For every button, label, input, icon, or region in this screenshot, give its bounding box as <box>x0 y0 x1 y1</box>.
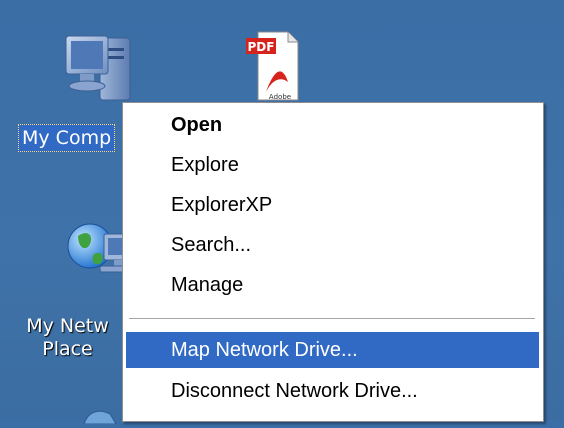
menu-item-explorerxp[interactable]: ExplorerXP <box>126 187 539 223</box>
network-places-label-line2: Place <box>42 338 93 360</box>
pdf-file-icon[interactable]: PDF Adobe <box>244 30 304 102</box>
menu-item-explore[interactable]: Explore <box>126 147 539 183</box>
menu-item-disconnect-network-drive[interactable]: Disconnect Network Drive... <box>126 373 539 409</box>
menu-item-manage[interactable]: Manage <box>126 267 539 303</box>
pdf-badge-text: PDF <box>248 40 275 54</box>
menu-separator <box>129 318 535 319</box>
desktop-icon-partial[interactable] <box>80 404 120 425</box>
network-places-label[interactable]: My Netw Place <box>0 315 135 361</box>
my-computer-label[interactable]: My Comp <box>18 124 116 152</box>
menu-item-search[interactable]: Search... <box>126 227 539 263</box>
menu-item-open[interactable]: Open <box>126 107 539 143</box>
pdf-caption-text: Adobe <box>269 93 291 101</box>
menu-item-map-network-drive[interactable]: Map Network Drive... <box>126 332 539 368</box>
desktop[interactable]: My Comp PDF Adobe My Netw Place Open Exp… <box>0 0 564 425</box>
context-menu: Open Explore ExplorerXP Search... Manage… <box>122 102 544 422</box>
network-places-label-line1: My Netw <box>26 315 109 337</box>
